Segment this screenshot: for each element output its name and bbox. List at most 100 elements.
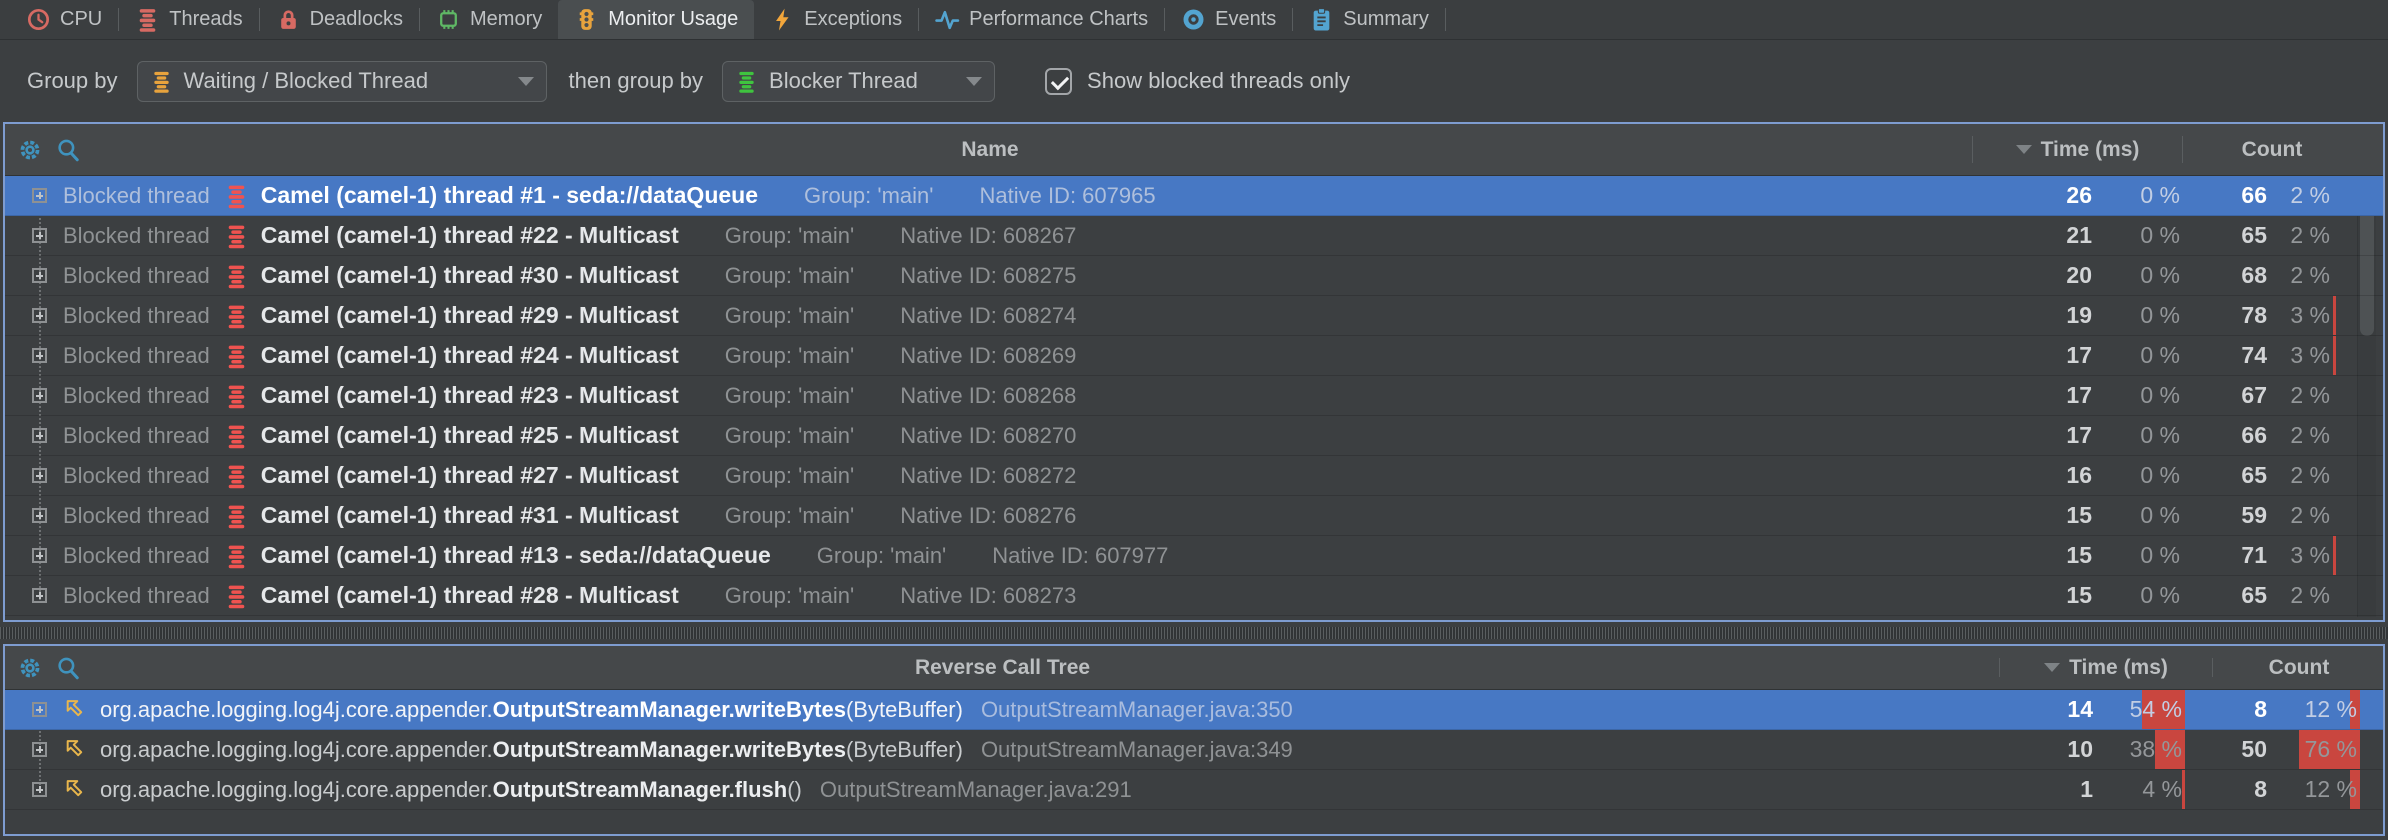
table-row[interactable]: Blocked thread Camel (camel-1) thread #2…	[5, 576, 2383, 616]
thread-name: Camel (camel-1) thread #13 - seda://data…	[261, 542, 771, 569]
thread-name: Camel (camel-1) thread #24 - Multicast	[261, 342, 679, 369]
count-percent: 2 %	[2238, 496, 2330, 535]
expand-plus-icon[interactable]	[32, 588, 47, 603]
count-percent: 3 %	[2238, 536, 2330, 575]
tab-summary[interactable]: Summary	[1293, 0, 1445, 39]
thread-name: Camel (camel-1) thread #1 - seda://dataQ…	[261, 182, 758, 209]
group-by-dropdown[interactable]: Waiting / Blocked Thread	[137, 61, 547, 102]
table-row[interactable]: Blocked thread Camel (camel-1) thread #2…	[5, 336, 2383, 376]
blocked-thread-icon	[224, 543, 249, 569]
time-percent: 54 %	[2090, 690, 2182, 729]
expand-plus-icon[interactable]	[32, 308, 47, 323]
table-row[interactable]: Blocked thread Camel (camel-1) thread #1…	[5, 176, 2383, 216]
table-row[interactable]: Blocked thread Camel (camel-1) thread #2…	[5, 456, 2383, 496]
tab-cpu[interactable]: CPU	[10, 0, 118, 39]
count-percent: 2 %	[2238, 256, 2330, 295]
threads-table-body: Blocked thread Camel (camel-1) thread #1…	[5, 176, 2383, 620]
table-row[interactable]: Blocked thread Camel (camel-1) thread #3…	[5, 256, 2383, 296]
time-column-header[interactable]: Time (ms)	[2000, 646, 2212, 689]
time-percent: 0 %	[2088, 256, 2180, 295]
thread-native-id: Native ID: 608276	[900, 503, 1076, 529]
count-percent: 2 %	[2238, 576, 2330, 615]
table-row[interactable]: Blocked thread Camel (camel-1) thread #2…	[5, 416, 2383, 456]
expand-plus-icon[interactable]	[32, 782, 47, 797]
time-percent: 0 %	[2088, 296, 2180, 335]
tab-events[interactable]: Events	[1165, 0, 1292, 39]
then-group-by-dropdown[interactable]: Blocker Thread	[722, 61, 995, 102]
threads-table-header: Name Time (ms) Count	[5, 124, 2383, 176]
thread-name: Camel (camel-1) thread #22 - Multicast	[261, 222, 679, 249]
expand-plus-icon[interactable]	[32, 742, 47, 757]
method-args: (ByteBuffer)	[846, 697, 963, 723]
time-percent: 0 %	[2088, 536, 2180, 575]
blocked-thread-icon	[224, 383, 249, 409]
thread-name: Camel (camel-1) thread #28 - Multicast	[261, 582, 679, 609]
method-package: org.apache.logging.log4j.core.appender.	[100, 777, 493, 803]
expand-plus-icon[interactable]	[32, 188, 47, 203]
thread-native-id: Native ID: 608269	[900, 343, 1076, 369]
table-row[interactable]: Blocked thread Camel (camel-1) thread #3…	[5, 496, 2383, 536]
call-tree-row[interactable]: org.apache.logging.log4j.core.appender.O…	[5, 730, 2383, 770]
count-percent: 12 %	[2265, 690, 2357, 729]
expand-plus-icon[interactable]	[32, 548, 47, 563]
count-column-header[interactable]: Count	[2183, 124, 2361, 175]
call-tree-row[interactable]: org.apache.logging.log4j.core.appender.O…	[5, 770, 2383, 810]
time-column-header[interactable]: Time (ms)	[1973, 124, 2182, 175]
blocked-thread-icon	[224, 503, 249, 529]
expand-plus-icon[interactable]	[32, 388, 47, 403]
thread-native-id: Native ID: 608270	[900, 423, 1076, 449]
call-tree-body: org.apache.logging.log4j.core.appender.O…	[5, 690, 2383, 834]
method-package: org.apache.logging.log4j.core.appender.	[100, 737, 493, 763]
tab-memory[interactable]: Memory	[420, 0, 558, 39]
expand-plus-icon[interactable]	[32, 468, 47, 483]
tab-label: Summary	[1343, 8, 1429, 31]
table-row[interactable]: Blocked thread Camel (camel-1) thread #2…	[5, 296, 2383, 336]
group-by-value: Waiting / Blocked Thread	[184, 68, 429, 94]
expand-plus-icon[interactable]	[32, 428, 47, 443]
count-percent-bar	[2333, 296, 2336, 335]
thread-native-id: Native ID: 607965	[979, 183, 1155, 209]
expand-plus-icon[interactable]	[32, 268, 47, 283]
count-column-header[interactable]: Count	[2213, 646, 2385, 689]
table-row[interactable]: Blocked thread Camel (camel-1) thread #2…	[5, 376, 2383, 416]
expand-plus-icon[interactable]	[32, 702, 47, 717]
blocked-thread-prefix: Blocked thread	[63, 263, 210, 289]
tab-label: Events	[1215, 8, 1276, 31]
call-tree-title[interactable]: Reverse Call Tree	[5, 656, 2000, 680]
blocked-thread-icon	[224, 223, 249, 249]
time-percent: 0 %	[2088, 496, 2180, 535]
method-name: OutputStreamManager.writeBytes	[493, 697, 846, 723]
count-value: 50	[2175, 730, 2267, 769]
expand-plus-icon[interactable]	[32, 228, 47, 243]
expand-plus-icon[interactable]	[32, 348, 47, 363]
tab-threads[interactable]: Threads	[119, 0, 258, 39]
chevron-down-icon	[518, 77, 534, 86]
tab-performance-charts[interactable]: Performance Charts	[919, 0, 1164, 39]
thread-name: Camel (camel-1) thread #27 - Multicast	[261, 462, 679, 489]
time-percent: 0 %	[2088, 336, 2180, 375]
time-value: 17	[2000, 416, 2092, 455]
count-percent: 76 %	[2265, 730, 2357, 769]
tab-separator	[1445, 8, 1446, 31]
tab-exceptions[interactable]: Exceptions	[754, 0, 918, 39]
tab-label: Monitor Usage	[608, 8, 738, 31]
call-tree-row[interactable]: org.apache.logging.log4j.core.appender.O…	[5, 690, 2383, 730]
name-column-header[interactable]: Name	[5, 138, 1975, 162]
table-row[interactable]: Blocked thread Camel (camel-1) thread #2…	[5, 216, 2383, 256]
time-value: 15	[2000, 576, 2092, 615]
thread-name: Camel (camel-1) thread #31 - Multicast	[261, 502, 679, 529]
tab-monitor-usage[interactable]: Monitor Usage	[558, 0, 754, 39]
count-percent: 2 %	[2238, 416, 2330, 455]
show-blocked-threads-checkbox[interactable]	[1045, 68, 1072, 95]
thread-group: Group: 'main'	[725, 583, 854, 609]
expand-plus-icon[interactable]	[32, 508, 47, 523]
time-percent: 0 %	[2088, 376, 2180, 415]
splitter-handle[interactable]	[0, 622, 2388, 644]
tab-label: Exceptions	[804, 8, 902, 31]
tab-label: Threads	[169, 8, 242, 31]
table-row[interactable]: Blocked thread Camel (camel-1) thread #1…	[5, 536, 2383, 576]
tab-deadlocks[interactable]: Deadlocks	[260, 0, 419, 39]
count-percent: 3 %	[2238, 296, 2330, 335]
thread-group: Group: 'main'	[725, 383, 854, 409]
time-value: 16	[2000, 456, 2092, 495]
